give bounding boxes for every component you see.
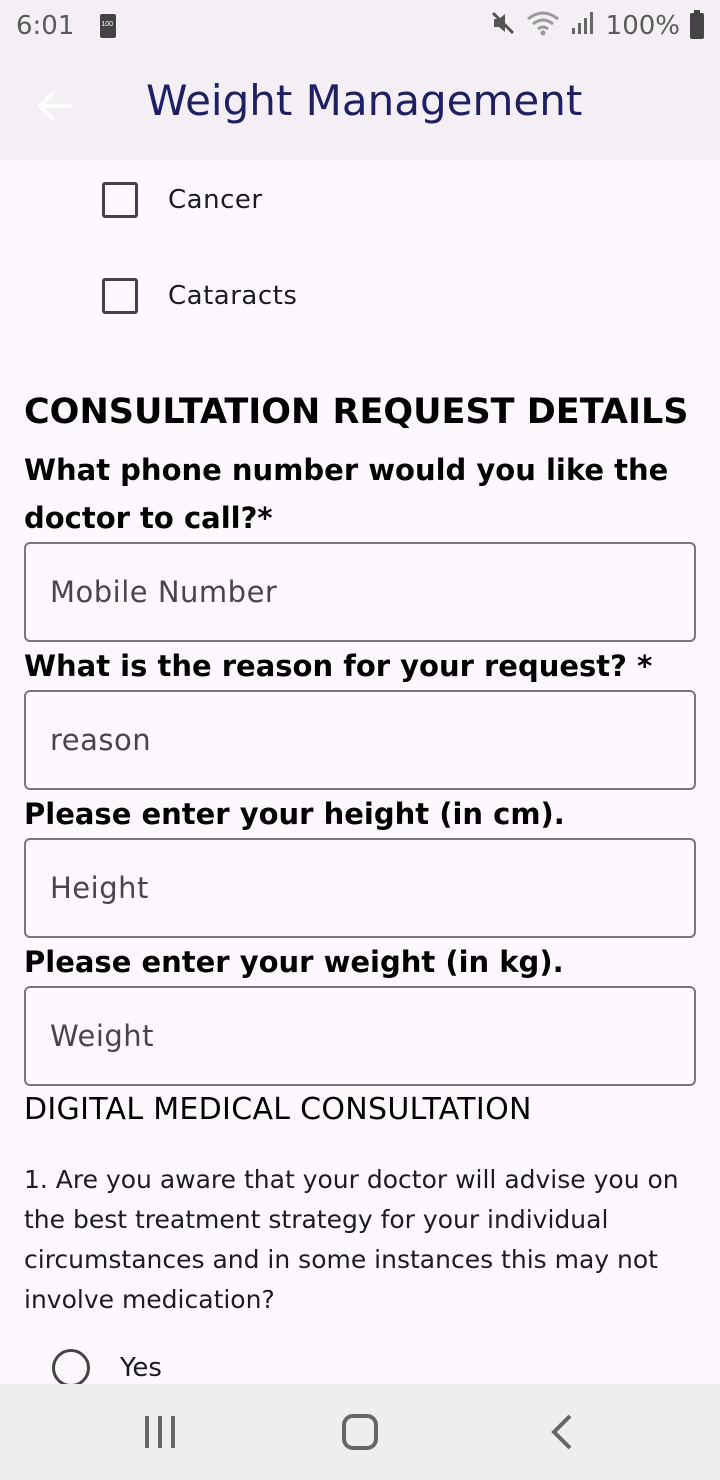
- app-bar: Weight Management: [0, 52, 720, 160]
- status-icons: 100%: [490, 10, 704, 43]
- checkbox-label: Cataracts: [168, 281, 298, 311]
- height-input[interactable]: [50, 840, 694, 936]
- back-icon: [551, 1414, 572, 1450]
- form-content[interactable]: Cancer Cataracts CONSULTATION REQUEST DE…: [0, 160, 720, 1384]
- back-button[interactable]: [34, 86, 78, 126]
- weight-field[interactable]: [24, 986, 696, 1086]
- battery-icon: [690, 10, 704, 39]
- checkbox-cataracts[interactable]: [102, 278, 138, 314]
- page-title: Weight Management: [146, 76, 583, 125]
- signal-icon: [570, 10, 596, 43]
- height-question: Please enter your height (in cm).: [24, 797, 565, 831]
- battery-percent: 100%: [605, 11, 680, 41]
- mobile-number-field[interactable]: [24, 542, 696, 642]
- mobile-number-input[interactable]: [50, 544, 694, 640]
- reason-field[interactable]: [24, 690, 696, 790]
- nav-back-button[interactable]: [546, 1412, 576, 1457]
- radio-option-yes[interactable]: Yes: [52, 1349, 162, 1384]
- question-1-text: 1. Are you aware that your doctor will a…: [24, 1165, 679, 1314]
- checkbox-row-cataracts[interactable]: Cataracts: [102, 278, 297, 314]
- sd-card-icon: [100, 14, 117, 38]
- home-button[interactable]: [340, 1412, 380, 1457]
- checkbox-label: Cancer: [168, 185, 263, 215]
- recent-apps-button[interactable]: [142, 1412, 178, 1457]
- wifi-icon: [526, 10, 560, 43]
- radio-label: Yes: [120, 1353, 162, 1383]
- height-field[interactable]: [24, 838, 696, 938]
- status-time: 6:01: [16, 11, 75, 41]
- section-heading-consultation: CONSULTATION REQUEST DETAILS: [24, 392, 689, 432]
- weight-input[interactable]: [50, 988, 694, 1084]
- home-icon: [342, 1414, 378, 1450]
- checkbox-cancer[interactable]: [102, 182, 138, 218]
- status-bar: 6:01 100%: [0, 0, 720, 52]
- arrow-left-icon: [37, 90, 72, 122]
- reason-input[interactable]: [50, 692, 694, 788]
- mute-icon: [490, 10, 516, 43]
- phone-question: What phone number would you like the doc…: [24, 453, 669, 535]
- system-nav-bar: [0, 1384, 720, 1480]
- recent-apps-icon: [145, 1416, 175, 1448]
- reason-question: What is the reason for your request? *: [24, 649, 653, 683]
- section-heading-digital: DIGITAL MEDICAL CONSULTATION: [24, 1092, 532, 1127]
- radio-button-yes[interactable]: [52, 1349, 90, 1384]
- checkbox-row-cancer[interactable]: Cancer: [102, 182, 263, 218]
- weight-question: Please enter your weight (in kg).: [24, 945, 564, 979]
